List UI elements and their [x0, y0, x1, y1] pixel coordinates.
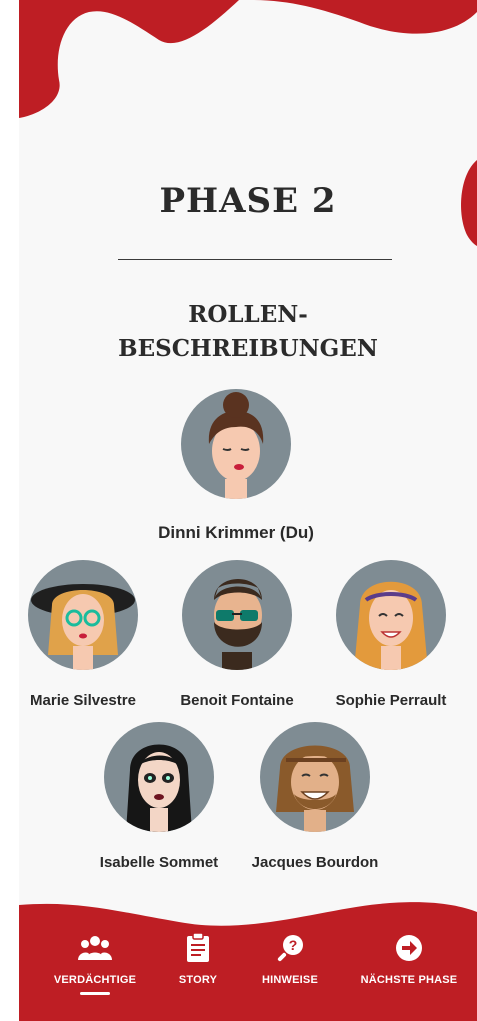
nav-label: VERDÄCHTIGE: [53, 974, 137, 986]
nav-item-hinweise[interactable]: ? HINWEISE: [230, 932, 350, 986]
section-title-line-2: BESCHREIBUNGEN: [118, 335, 378, 362]
woman-headband-avatar: [336, 560, 446, 670]
app-screen: PHASE 2 ROLLEN- BESCHREIBUNGEN Dinni Kri…: [0, 0, 477, 1021]
woman-black-hair-avatar: [104, 722, 214, 832]
svg-text:?: ?: [289, 937, 298, 953]
character-name: Dinni Krimmer (Du): [158, 523, 314, 542]
character-card-sophie[interactable]: Sophie Perrault: [311, 560, 471, 709]
character-card-jacques[interactable]: Jacques Bourdon: [235, 722, 395, 871]
active-tab-indicator: [80, 992, 110, 995]
content-panel: PHASE 2 ROLLEN- BESCHREIBUNGEN Dinni Kri…: [19, 0, 477, 1021]
arrow-circle-right-icon: [349, 932, 469, 964]
man-beard-sunglasses-avatar: [182, 560, 292, 670]
character-name: Jacques Bourdon: [251, 854, 379, 871]
nav-item-verdaechtige[interactable]: VERDÄCHTIGE: [35, 932, 155, 995]
man-dreadlocks-avatar: [260, 722, 370, 832]
title-divider: [118, 259, 392, 260]
character-name: Marie Silvestre: [30, 692, 136, 709]
nav-item-naechste-phase[interactable]: NÄCHSTE PHASE: [349, 932, 469, 986]
character-card-dinni[interactable]: Dinni Krimmer (Du): [156, 389, 316, 543]
search-question-icon: ?: [230, 932, 350, 964]
character-name: Sophie Perrault: [335, 692, 447, 709]
section-title: ROLLEN- BESCHREIBUNGEN: [19, 298, 477, 366]
section-title-line-1: ROLLEN-: [188, 301, 308, 328]
character-name: Benoit Fontaine: [180, 692, 294, 709]
woman-hair-bun-avatar: [181, 389, 291, 499]
users-icon: [35, 932, 155, 964]
phase-title: PHASE 2: [159, 181, 337, 221]
nav-label: HINWEISE: [262, 974, 318, 986]
character-card-benoit[interactable]: Benoit Fontaine: [157, 560, 317, 709]
character-card-marie[interactable]: Marie Silvestre: [19, 560, 163, 709]
bottom-navigation-bar: VERDÄCHTIGE STORY ? HINWEISE NÄCHSTE PHA…: [19, 880, 477, 1021]
nav-label: NÄCHSTE PHASE: [360, 974, 458, 986]
woman-hat-glasses-avatar: [28, 560, 138, 670]
character-name: Isabelle Sommet: [99, 854, 219, 871]
character-card-isabelle[interactable]: Isabelle Sommet: [79, 722, 239, 871]
